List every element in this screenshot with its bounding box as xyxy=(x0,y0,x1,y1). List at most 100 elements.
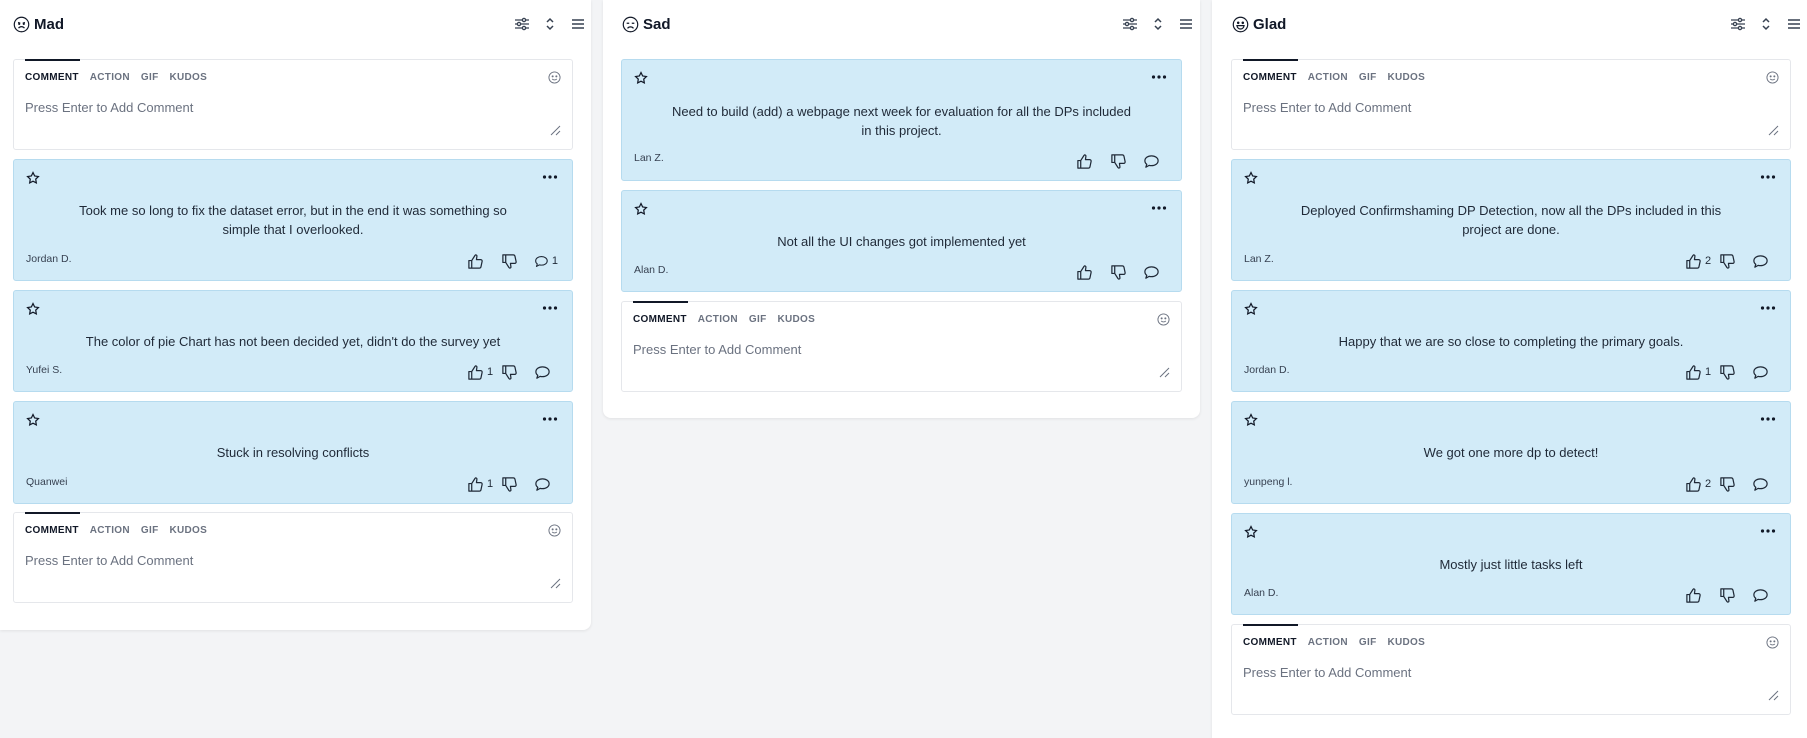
comment-input[interactable]: Press Enter to Add Comment xyxy=(25,553,561,568)
card-text: Stuck in resolving conflicts xyxy=(216,445,370,460)
upvote-button[interactable]: 2 xyxy=(1685,253,1719,270)
star-icon[interactable] xyxy=(1244,525,1258,539)
tab-gif[interactable]: GIF xyxy=(141,72,159,83)
downvote-button[interactable] xyxy=(501,476,534,493)
tab-kudos[interactable]: KUDOS xyxy=(169,72,207,83)
resize-grip-icon[interactable] xyxy=(1767,124,1779,136)
card[interactable]: The color of pie Chart has not been deci… xyxy=(13,290,573,392)
tab-action[interactable]: ACTION xyxy=(90,72,130,83)
downvote-button[interactable] xyxy=(1719,476,1752,493)
downvote-button[interactable] xyxy=(1110,153,1143,170)
comment-button[interactable] xyxy=(1143,153,1167,170)
star-icon[interactable] xyxy=(26,171,40,185)
resize-grip-icon[interactable] xyxy=(1158,366,1170,378)
resize-grip-icon[interactable] xyxy=(549,577,561,589)
tab-gif[interactable]: GIF xyxy=(1359,637,1377,648)
tab-action[interactable]: ACTION xyxy=(1308,637,1348,648)
emoji-smile-icon[interactable] xyxy=(548,524,561,537)
card[interactable]: Not all the UI changes got implemented y… xyxy=(621,190,1182,292)
star-icon[interactable] xyxy=(1244,413,1258,427)
filter-sliders-icon[interactable] xyxy=(1730,16,1746,32)
more-options-icon[interactable] xyxy=(1151,205,1167,211)
tab-kudos[interactable]: KUDOS xyxy=(1387,72,1425,83)
emoji-smile-icon[interactable] xyxy=(1766,636,1779,649)
emoji-smile-icon[interactable] xyxy=(1157,313,1170,326)
more-options-icon[interactable] xyxy=(1151,74,1167,80)
sort-chevrons-icon[interactable] xyxy=(542,16,558,32)
upvote-button[interactable]: 1 xyxy=(467,364,501,381)
downvote-button[interactable] xyxy=(1110,264,1143,281)
more-options-icon[interactable] xyxy=(1760,305,1776,311)
comment-button[interactable] xyxy=(1752,476,1776,493)
card-text: We got one more dp to detect! xyxy=(1423,445,1599,460)
tab-gif[interactable]: GIF xyxy=(749,314,767,325)
card[interactable]: Happy that we are so close to completing… xyxy=(1231,290,1791,392)
comment-button[interactable]: 1 xyxy=(534,253,558,270)
star-icon[interactable] xyxy=(26,413,40,427)
downvote-button[interactable] xyxy=(501,364,534,381)
card[interactable]: Need to build (add) a webpage next week … xyxy=(621,59,1182,181)
card[interactable]: Took me so long to fix the dataset error… xyxy=(13,159,573,281)
comment-input[interactable]: Press Enter to Add Comment xyxy=(1243,100,1779,115)
menu-icon[interactable] xyxy=(570,16,586,32)
resize-grip-icon[interactable] xyxy=(1767,689,1779,701)
card[interactable]: Mostly just little tasks left Alan D. xyxy=(1231,513,1791,615)
tab-kudos[interactable]: KUDOS xyxy=(169,525,207,536)
comment-button[interactable] xyxy=(1752,364,1776,381)
downvote-button[interactable] xyxy=(1719,587,1752,604)
more-options-icon[interactable] xyxy=(1760,416,1776,422)
upvote-button[interactable] xyxy=(1076,153,1110,170)
emoji-smile-icon[interactable] xyxy=(548,71,561,84)
tab-action[interactable]: ACTION xyxy=(698,314,738,325)
upvote-button[interactable]: 1 xyxy=(467,476,501,493)
sort-chevrons-icon[interactable] xyxy=(1150,16,1166,32)
more-options-icon[interactable] xyxy=(542,305,558,311)
star-icon[interactable] xyxy=(1244,302,1258,316)
card[interactable]: Deployed Confirmshaming DP Detection, no… xyxy=(1231,159,1791,281)
tab-kudos[interactable]: KUDOS xyxy=(777,314,815,325)
resize-grip-icon[interactable] xyxy=(549,124,561,136)
downvote-button[interactable] xyxy=(1719,253,1752,270)
downvote-button[interactable] xyxy=(501,253,534,270)
filter-sliders-icon[interactable] xyxy=(514,16,530,32)
tab-kudos[interactable]: KUDOS xyxy=(1387,637,1425,648)
upvote-button[interactable] xyxy=(1076,264,1110,281)
tab-gif[interactable]: GIF xyxy=(1359,72,1377,83)
comment-input[interactable]: Press Enter to Add Comment xyxy=(25,100,561,115)
comment-button[interactable] xyxy=(534,364,558,381)
upvote-button[interactable]: 2 xyxy=(1685,476,1719,493)
comment-button[interactable] xyxy=(1143,264,1167,281)
card[interactable]: Stuck in resolving conflicts Quanwei 1 xyxy=(13,401,573,504)
emoji-smile-icon[interactable] xyxy=(1766,71,1779,84)
tab-comment[interactable]: COMMENT xyxy=(25,72,79,83)
menu-icon[interactable] xyxy=(1178,16,1194,32)
upvote-button[interactable]: 1 xyxy=(1685,364,1719,381)
more-options-icon[interactable] xyxy=(542,416,558,422)
more-options-icon[interactable] xyxy=(1760,528,1776,534)
comment-button[interactable] xyxy=(534,476,558,493)
upvote-button[interactable] xyxy=(467,253,501,270)
comment-input[interactable]: Press Enter to Add Comment xyxy=(633,342,1170,357)
downvote-button[interactable] xyxy=(1719,364,1752,381)
comment-button[interactable] xyxy=(1752,253,1776,270)
sort-chevrons-icon[interactable] xyxy=(1758,16,1774,32)
tab-gif[interactable]: GIF xyxy=(141,525,159,536)
more-options-icon[interactable] xyxy=(1760,174,1776,180)
star-icon[interactable] xyxy=(634,202,648,216)
tab-comment[interactable]: COMMENT xyxy=(1243,637,1297,648)
tab-comment[interactable]: COMMENT xyxy=(25,525,79,536)
star-icon[interactable] xyxy=(634,71,648,85)
tab-comment[interactable]: COMMENT xyxy=(1243,72,1297,83)
tab-comment[interactable]: COMMENT xyxy=(633,314,687,325)
menu-icon[interactable] xyxy=(1786,16,1802,32)
upvote-button[interactable] xyxy=(1685,587,1719,604)
comment-input[interactable]: Press Enter to Add Comment xyxy=(1243,665,1779,680)
more-options-icon[interactable] xyxy=(542,174,558,180)
filter-sliders-icon[interactable] xyxy=(1122,16,1138,32)
comment-button[interactable] xyxy=(1752,587,1776,604)
star-icon[interactable] xyxy=(1244,171,1258,185)
star-icon[interactable] xyxy=(26,302,40,316)
tab-action[interactable]: ACTION xyxy=(1308,72,1348,83)
card[interactable]: We got one more dp to detect! yunpeng l.… xyxy=(1231,401,1791,504)
tab-action[interactable]: ACTION xyxy=(90,525,130,536)
